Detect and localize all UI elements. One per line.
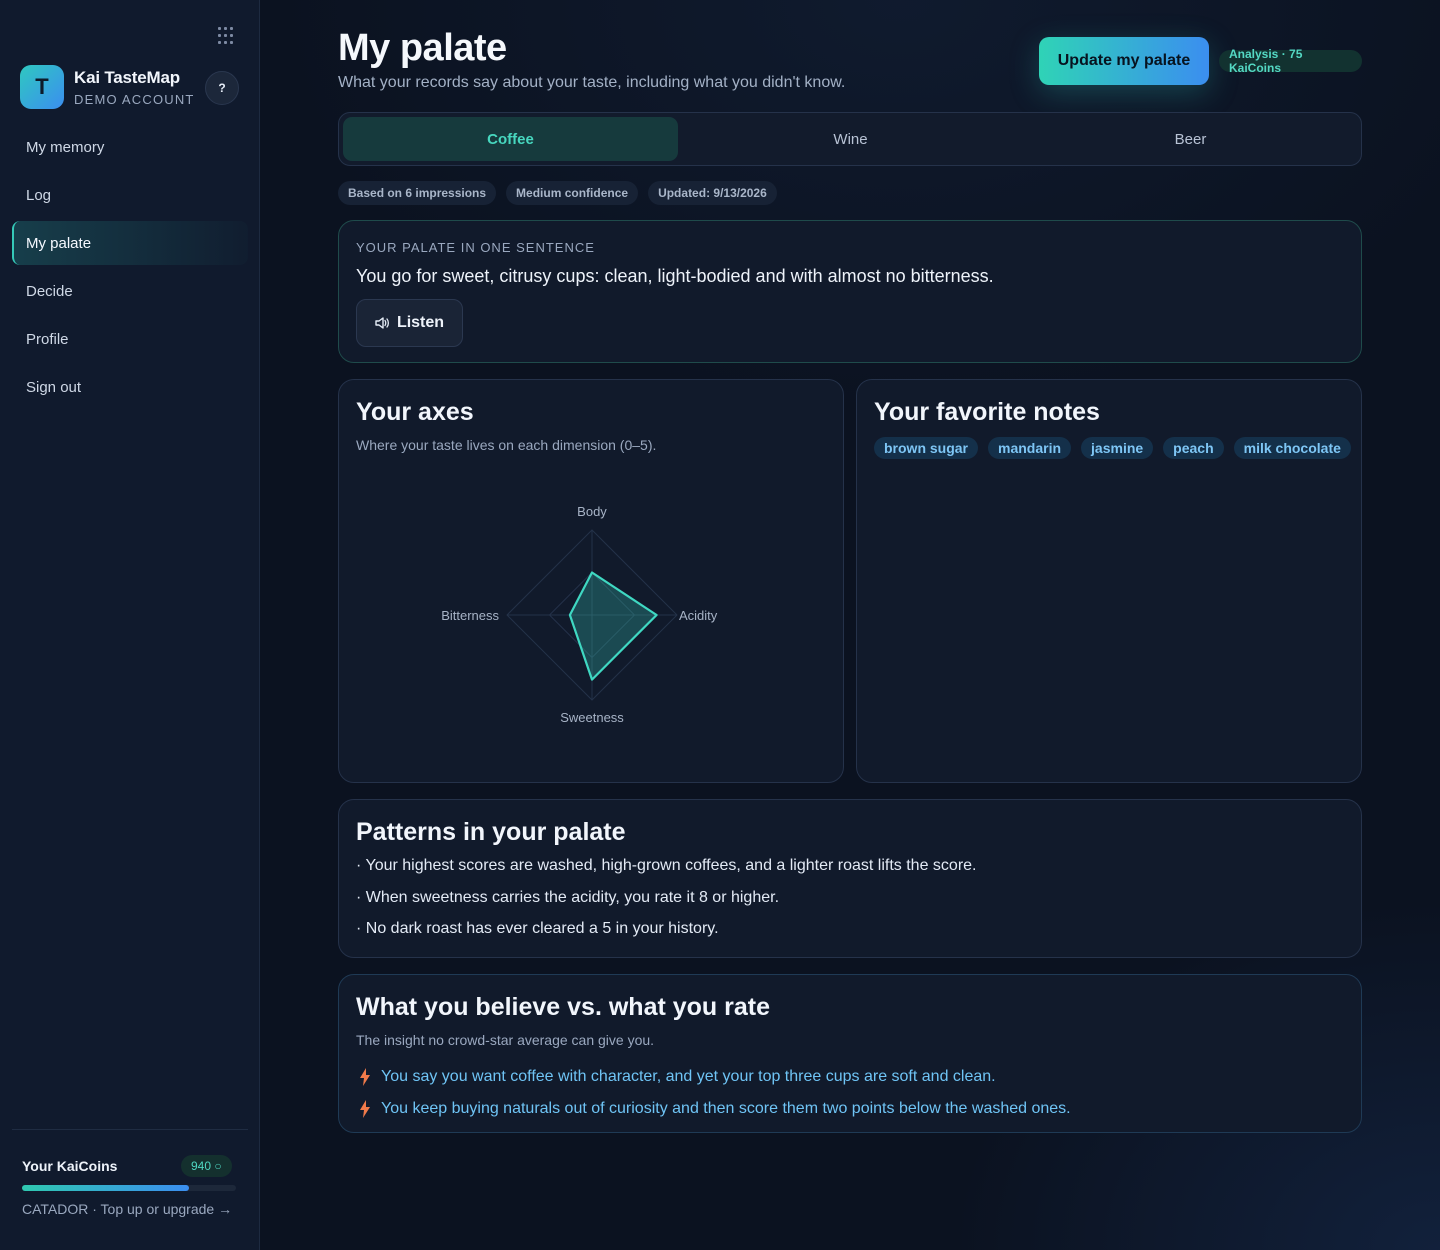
coins-progress-bar bbox=[22, 1185, 236, 1191]
radar-axis-label: Sweetness bbox=[560, 710, 624, 725]
radar-chart: Body Acidity Sweetness Bitterness bbox=[439, 490, 739, 730]
believe-title: What you believe vs. what you rate bbox=[356, 993, 771, 1021]
believe-desc: The insight no crowd-star average can gi… bbox=[356, 1032, 655, 1048]
bolt-icon bbox=[360, 1068, 370, 1086]
radar-series-area bbox=[568, 571, 658, 681]
sidebar-item-log[interactable]: Log bbox=[12, 173, 248, 217]
patterns-card: Patterns in your palate · Your highest s… bbox=[338, 799, 1362, 958]
note-chip[interactable]: jasmine bbox=[1081, 437, 1154, 459]
logo-icon: T bbox=[20, 65, 64, 109]
sidebar-item-profile[interactable]: Profile bbox=[12, 317, 248, 361]
update-palate-button[interactable]: Update my palate bbox=[1039, 37, 1209, 85]
sentence-eyebrow: YOUR PALATE IN ONE SENTENCE bbox=[356, 240, 595, 255]
patterns-list: · Your highest scores are washed, high-g… bbox=[356, 857, 977, 952]
palate-sentence: You go for sweet, citrusy cups: clean, l… bbox=[356, 266, 994, 286]
list-item: · When sweetness carries the acidity, yo… bbox=[356, 888, 780, 906]
impressions-pill: Based on 6 impressions bbox=[338, 181, 497, 205]
coins-badge: 940 ○ bbox=[181, 1155, 232, 1177]
listen-button[interactable]: Listen bbox=[356, 299, 463, 347]
radar-svg: Body Acidity Sweetness Bitterness bbox=[441, 504, 718, 725]
sidebar-item-my-memory[interactable]: My memory bbox=[12, 125, 248, 169]
tab-wine[interactable]: Wine bbox=[683, 117, 1018, 161]
listen-label: Listen bbox=[396, 314, 445, 331]
brand-name: Kai TasteMap bbox=[74, 67, 180, 87]
bolt-icon bbox=[360, 1100, 370, 1118]
speaker-icon bbox=[375, 317, 389, 329]
notes-list: brown sugar mandarin jasmine peach milk … bbox=[874, 437, 1351, 459]
insight-text: You keep buying naturals out of curiosit… bbox=[381, 1100, 1071, 1117]
note-chip[interactable]: peach bbox=[1163, 437, 1224, 459]
tab-beer[interactable]: Beer bbox=[1023, 117, 1358, 161]
list-item: You keep buying naturals out of curiosit… bbox=[359, 1093, 1071, 1125]
axes-desc: Where your taste lives on each dimension… bbox=[356, 437, 657, 453]
confidence-pill: Medium confidence bbox=[506, 181, 639, 205]
radar-axis-label: Bitterness bbox=[441, 608, 499, 623]
sidebar: T Kai TasteMap DEMO ACCOUNT ? My memory … bbox=[0, 0, 260, 1250]
help-button[interactable]: ? bbox=[205, 71, 239, 105]
updated-pill: Updated: 9/13/2026 bbox=[648, 181, 777, 205]
analysis-cost-badge: Analysis · 75 KaiCoins bbox=[1219, 47, 1362, 75]
note-chip[interactable]: brown sugar bbox=[874, 437, 979, 459]
page-subtitle: What your records say about your taste, … bbox=[338, 74, 846, 91]
sidebar-divider bbox=[12, 1129, 248, 1130]
sidebar-nav: My memory Log My palate Decide Profile S… bbox=[12, 125, 248, 413]
sidebar-item-sign-out[interactable]: Sign out bbox=[12, 365, 248, 409]
favorite-notes-card: Your favorite notes brown sugar mandarin… bbox=[856, 379, 1362, 783]
list-item: · Your highest scores are washed, high-g… bbox=[356, 857, 977, 874]
note-chip[interactable]: mandarin bbox=[988, 437, 1072, 459]
coins-progress-fill bbox=[22, 1185, 189, 1191]
sidebar-item-my-palate[interactable]: My palate bbox=[12, 221, 248, 265]
believe-vs-rate-card: What you believe vs. what you rate The i… bbox=[338, 974, 1362, 1133]
tab-coffee[interactable]: Coffee bbox=[343, 117, 678, 161]
upgrade-link[interactable]: CATADOR · Top up or upgrade → bbox=[22, 1201, 232, 1217]
brand[interactable]: T Kai TasteMap DEMO ACCOUNT bbox=[20, 65, 195, 109]
axes-title: Your axes bbox=[356, 398, 474, 426]
axes-card: Your axes Where your taste lives on each… bbox=[338, 379, 844, 783]
palate-sentence-card: YOUR PALATE IN ONE SENTENCE You go for s… bbox=[338, 220, 1362, 363]
sidebar-item-decide[interactable]: Decide bbox=[12, 269, 248, 313]
category-tabs: Coffee Wine Beer bbox=[338, 112, 1362, 166]
insight-list: You say you want coffee with character, … bbox=[359, 1061, 1071, 1125]
radar-axis-label: Body bbox=[577, 504, 607, 519]
brand-sub: DEMO ACCOUNT bbox=[74, 91, 195, 107]
notes-title: Your favorite notes bbox=[874, 398, 1100, 426]
apps-grid-icon[interactable] bbox=[218, 27, 236, 45]
list-item: · No dark roast has ever cleared a 5 in … bbox=[356, 920, 719, 937]
coins-label: Your KaiCoins bbox=[22, 1158, 118, 1174]
page-title: My palate bbox=[338, 27, 507, 69]
patterns-title: Patterns in your palate bbox=[356, 818, 626, 846]
radar-axis-label: Acidity bbox=[679, 608, 718, 623]
brand-text: Kai TasteMap DEMO ACCOUNT bbox=[74, 68, 195, 107]
insight-text: You say you want coffee with character, … bbox=[381, 1068, 996, 1085]
list-item: You say you want coffee with character, … bbox=[359, 1061, 1071, 1093]
meta-row: Based on 6 impressions Medium confidence… bbox=[338, 181, 777, 205]
note-chip[interactable]: milk chocolate bbox=[1233, 437, 1351, 459]
